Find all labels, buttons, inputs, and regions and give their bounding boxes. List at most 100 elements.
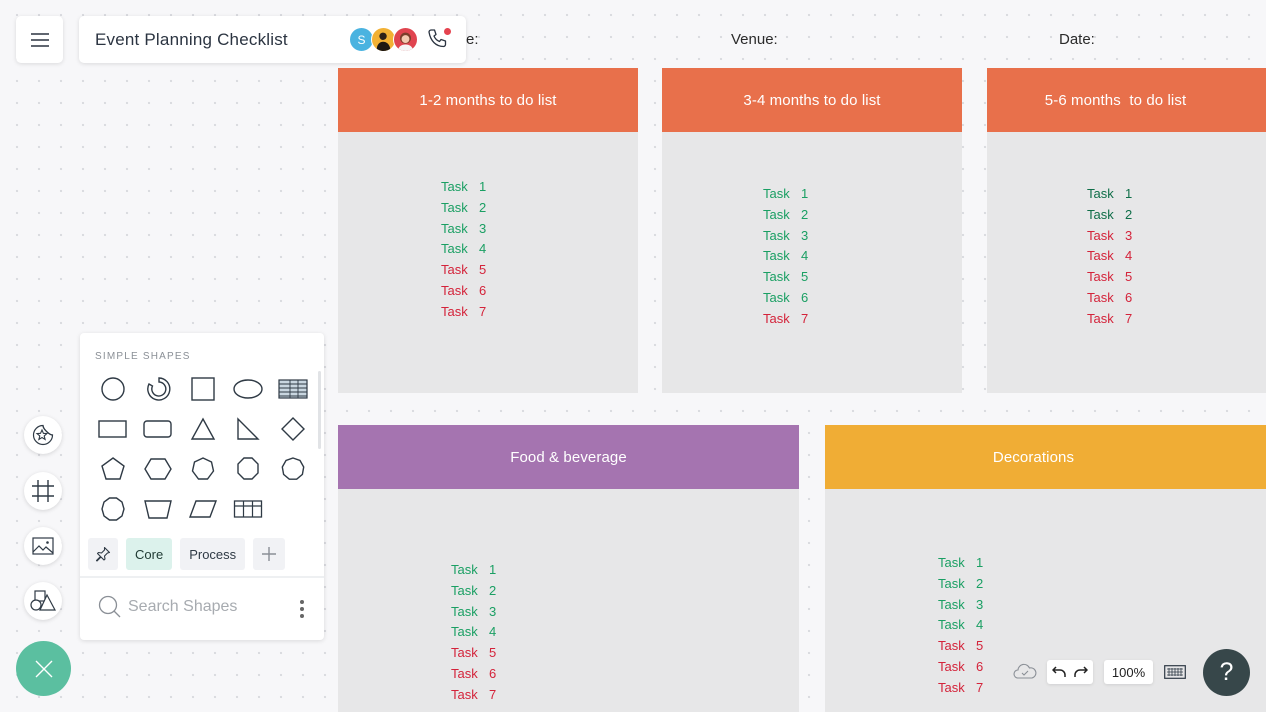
shape-heptagon[interactable]	[180, 449, 225, 489]
main-menu-button[interactable]	[16, 16, 63, 63]
more-options-button[interactable]	[300, 600, 304, 618]
frame-icon	[32, 480, 54, 502]
task-item[interactable]: Task 7	[1087, 309, 1132, 330]
grid-table-shape-icon	[233, 500, 262, 518]
shape-ellipse[interactable]	[225, 369, 270, 409]
task-number: 5	[1125, 269, 1133, 285]
shapes-button[interactable]	[24, 582, 62, 620]
task-item[interactable]: Task 6	[938, 657, 983, 678]
shape-rectangle[interactable]	[90, 409, 135, 449]
shape-grid-table[interactable]	[225, 489, 270, 529]
shape-circle[interactable]	[90, 369, 135, 409]
task-item[interactable]: Task 4	[441, 239, 486, 260]
panel-3-4-months[interactable]: 3-4 months to do list Task 1 Task 2 Task 3 Tas…	[662, 68, 962, 393]
keyboard-icon	[1164, 665, 1186, 679]
avatar[interactable]	[393, 27, 418, 52]
task-label: Task	[441, 179, 468, 194]
close-toolbar-button[interactable]	[16, 641, 71, 696]
task-number: 7	[1125, 310, 1133, 326]
shape-parallelogram[interactable]	[180, 489, 225, 529]
shape-right-triangle[interactable]	[225, 409, 270, 449]
task-item[interactable]: Task 5	[451, 643, 496, 664]
image-button[interactable]	[24, 527, 62, 565]
keyboard-shortcuts-button[interactable]	[1164, 665, 1186, 684]
task-item[interactable]: Task 7	[763, 309, 808, 330]
task-item[interactable]: Task 1	[441, 177, 486, 198]
shape-triangle[interactable]	[180, 409, 225, 449]
shape-octagon[interactable]	[225, 449, 270, 489]
task-item[interactable]: Task 6	[451, 664, 496, 685]
task-item[interactable]: Task 2	[763, 205, 808, 226]
tab-core[interactable]: Core	[126, 538, 173, 570]
shape-rounded-rectangle[interactable]	[135, 409, 180, 449]
task-item[interactable]: Task 6	[763, 288, 808, 309]
task-item[interactable]: Task 6	[1087, 288, 1132, 309]
task-item[interactable]: Task 5	[441, 260, 486, 281]
call-button[interactable]	[426, 27, 452, 53]
zoom-level-button[interactable]: 100%	[1104, 660, 1153, 684]
redo-icon[interactable]	[1074, 666, 1088, 678]
stickers-button[interactable]	[24, 416, 62, 454]
shape-nonagon[interactable]	[270, 449, 315, 489]
search-shapes-input[interactable]	[128, 598, 278, 616]
task-label: Task	[1087, 310, 1114, 326]
shape-square[interactable]	[180, 369, 225, 409]
task-item[interactable]: Task 2	[1087, 205, 1132, 226]
task-item[interactable]: Task 5	[938, 636, 983, 657]
task-item[interactable]: Task 3	[938, 595, 983, 616]
task-label: Task	[451, 624, 478, 640]
task-item[interactable]: Task 4	[763, 246, 808, 267]
ellipse-shape-icon	[232, 379, 263, 399]
task-item[interactable]: Task 1	[938, 553, 983, 574]
task-number: 3	[479, 220, 487, 236]
document-title-bar: Event Planning Checklist S	[79, 16, 466, 63]
panel-1-2-months[interactable]: 1-2 months to do list Task 1 Task 2 Task 3 Tas…	[338, 68, 638, 393]
task-item[interactable]: Task 6	[441, 281, 486, 302]
panel-decorations[interactable]: Decorations Task 1 Task 2 Task 3 Task 4 Task 5 Tas…	[825, 425, 1266, 712]
task-item[interactable]: Task 2	[451, 581, 496, 602]
shape-pentagon[interactable]	[90, 449, 135, 489]
help-button[interactable]: ?	[1203, 649, 1250, 696]
undo-redo-group	[1047, 660, 1093, 684]
task-list: Task 1 Task 2 Task 3 Task 4 Task 5 Task 6 Task 7	[451, 560, 496, 706]
shape-trapezoid[interactable]	[135, 489, 180, 529]
task-item[interactable]: Task 3	[763, 226, 808, 247]
undo-icon[interactable]	[1052, 666, 1066, 678]
shape-grid	[90, 369, 315, 529]
task-item[interactable]: Task 2	[938, 574, 983, 595]
tab-process[interactable]: Process	[180, 538, 246, 570]
task-item[interactable]: Task 7	[451, 685, 496, 706]
task-item[interactable]: Task 3	[451, 602, 496, 623]
task-item[interactable]: Task 3	[441, 219, 486, 240]
panel-5-6-months[interactable]: 5-6 months to do list Task 1 Task 2 Task 3 Tas…	[987, 68, 1266, 393]
shape-table-striped[interactable]	[270, 369, 315, 409]
task-item[interactable]: Task 5	[1087, 267, 1132, 288]
task-item[interactable]: Task 7	[938, 678, 983, 699]
task-item[interactable]: Task 1	[451, 560, 496, 581]
task-item[interactable]: Task 5	[763, 267, 808, 288]
square-shape-icon	[190, 377, 215, 401]
panel-header: Decorations	[825, 425, 1266, 489]
task-item[interactable]: Task 4	[451, 622, 496, 643]
task-item[interactable]: Task 1	[1087, 184, 1132, 205]
task-item[interactable]: Task 4	[938, 615, 983, 636]
task-item[interactable]: Task 7	[441, 302, 486, 323]
document-title[interactable]: Event Planning Checklist	[95, 30, 349, 50]
trapezoid-shape-icon	[143, 500, 172, 519]
panel-food-beverage[interactable]: Food & beverage Task 1 Task 2 Task 3 Task 4 Task…	[338, 425, 799, 712]
task-item[interactable]: Task 2	[441, 198, 486, 219]
task-item[interactable]: Task 4	[1087, 246, 1132, 267]
add-library-button[interactable]	[253, 538, 286, 570]
shape-arc[interactable]	[135, 369, 180, 409]
shape-decagon[interactable]	[90, 489, 135, 529]
shape-diamond[interactable]	[270, 409, 315, 449]
task-item[interactable]: Task 1	[763, 184, 808, 205]
shapes-scrollbar[interactable]	[318, 371, 321, 449]
name-field-label: e:	[466, 31, 479, 48]
task-item[interactable]: Task 3	[1087, 226, 1132, 247]
shape-hexagon[interactable]	[135, 449, 180, 489]
task-label: Task	[763, 206, 790, 222]
frame-button[interactable]	[24, 472, 62, 510]
task-label: Task	[451, 562, 478, 577]
pinned-tab[interactable]	[88, 538, 118, 570]
